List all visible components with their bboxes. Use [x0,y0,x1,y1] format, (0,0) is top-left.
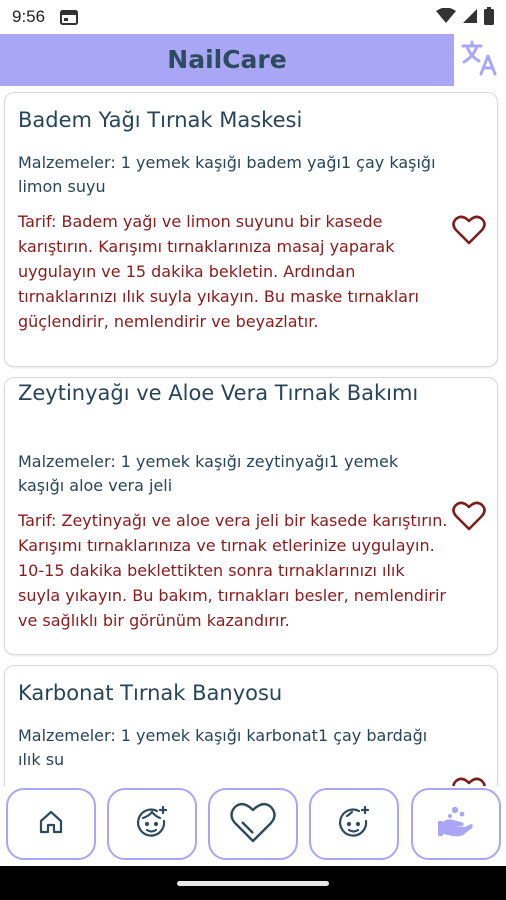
signal-icon [462,8,478,28]
app-title: NailCare [167,45,287,74]
recipe-card[interactable]: Zeytinyağı ve Aloe Vera Tırnak Bakımı Ma… [4,377,498,655]
recipe-instructions: Tarif: Badem yağı ve limon suyunu bir ka… [18,212,419,331]
nav-face-care-button[interactable] [107,788,197,860]
recipe-title: Karbonat Tırnak Banyosu [18,681,283,705]
recipe-ingredients: Malzemeler: 1 yemek kaşığı badem yağı1 ç… [18,153,436,196]
favorite-button[interactable] [452,500,486,532]
translate-button[interactable] [454,34,506,86]
nav-skin-care-button[interactable] [309,788,399,860]
status-time: 9:56 [12,7,46,26]
app-bar: NailCare [0,34,506,86]
home-icon [38,809,64,839]
nav-favorites-button[interactable] [208,788,298,860]
recipe-list[interactable]: Badem Yağı Tırnak Maskesi Malzemeler: 1 … [0,86,506,790]
recipe-ingredients: Malzemeler: 1 yemek kaşığı karbonat1 çay… [18,726,428,769]
nav-hand-care-button[interactable] [411,788,501,860]
heart-outline-icon [452,215,486,250]
status-bar: 9:56 [0,0,506,34]
heart-icon [229,800,277,848]
hand-wash-icon [437,805,475,843]
battery-icon [484,7,494,29]
recipe-instructions: Tarif: Zeytinyağı ve aloe vera jeli bir … [18,511,448,630]
face-sparkle-icon [135,805,169,843]
bottom-nav [0,786,506,866]
recipe-title: Badem Yağı Tırnak Maskesi [18,108,303,132]
recipe-card[interactable]: Karbonat Tırnak Banyosu Malzemeler: 1 ye… [4,665,498,790]
gesture-bar [0,866,506,900]
translate-icon [460,39,500,81]
recipe-title: Zeytinyağı ve Aloe Vera Tırnak Bakımı [18,381,419,405]
calendar-icon [60,9,78,29]
heart-outline-icon [452,501,486,536]
wifi-icon [436,7,456,28]
status-icons [436,7,494,29]
smile-face-sparkle-icon [337,805,371,843]
recipe-ingredients: Malzemeler: 1 yemek kaşığı zeytinyağı1 y… [18,452,399,495]
home-gesture-handle[interactable] [177,881,329,886]
favorite-button[interactable] [452,214,486,246]
recipe-card[interactable]: Badem Yağı Tırnak Maskesi Malzemeler: 1 … [4,92,498,367]
nav-home-button[interactable] [6,788,96,860]
